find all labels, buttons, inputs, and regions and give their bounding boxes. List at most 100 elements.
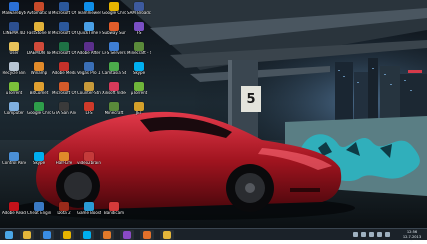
desktop-icon-label: Malwarebytes Anti-Malware	[2, 11, 26, 15]
desktop-icon[interactable]: JET	[127, 102, 151, 121]
desktop-icon[interactable]: TeamViewer 8	[77, 2, 101, 21]
desktop-icon[interactable]: Google Chrome	[102, 2, 126, 21]
clock-date: 12.7.2013 г.	[402, 234, 422, 244]
desktop-icon[interactable]: Xilisoft Video...	[102, 82, 126, 101]
show-hidden-icons-icon[interactable]	[353, 232, 358, 237]
winrar-icon	[123, 231, 131, 239]
desktop-icon-label: TeamViewer 8	[77, 11, 101, 15]
taskbar-button[interactable]	[120, 230, 134, 240]
desktop-icon[interactable]: User	[2, 42, 26, 61]
desktop-icon[interactable]: DAEMON Tools Pro	[27, 42, 51, 61]
desktop-icon[interactable]: Bandicam	[102, 202, 126, 221]
adobe-media-icon	[59, 62, 69, 71]
dota-icon	[59, 202, 69, 211]
minecraft-icon	[134, 42, 144, 51]
desktop-icon[interactable]: Winamp	[27, 62, 51, 81]
network-icon[interactable]	[361, 232, 366, 237]
desktop-icon[interactable]: Avtomatic Burning	[27, 2, 51, 21]
desktop-icon-label: Game Booster	[77, 211, 101, 215]
desktop-icon[interactable]: LFS Servers	[102, 42, 126, 61]
desktop-icon[interactable]: Adobe Reader XI	[2, 202, 26, 221]
taskbar-button[interactable]	[80, 230, 94, 240]
taskbar-button[interactable]	[100, 230, 114, 240]
desktop-icon-label: Vegas Pro 11.0	[77, 71, 101, 75]
language-icon[interactable]	[377, 232, 382, 237]
taskbar-button[interactable]	[20, 230, 34, 240]
desktop-icon[interactable]: Microsoft Office Wo...	[52, 2, 76, 21]
cinema4d-icon	[9, 22, 19, 31]
desktop-icon[interactable]: Vegas Pro 11.0	[77, 62, 101, 81]
desktop-icon[interactable]: Game Booster	[77, 202, 101, 221]
desktop-icon-label: Winamp	[30, 71, 48, 75]
desktop-icon[interactable]: Counter-Strike	[77, 82, 101, 101]
start-button[interactable]	[2, 230, 16, 240]
desktop-icon[interactable]: Microsoft Office Ex...	[52, 42, 76, 61]
desktop-icon[interactable]: Minecraft	[102, 102, 126, 121]
desktop-icon-label: Control Panel	[2, 161, 26, 165]
taskbar-button[interactable]	[60, 230, 74, 240]
after-effects-icon	[84, 42, 94, 51]
volume-icon[interactable]	[369, 232, 374, 237]
desktop-icon[interactable]: BitComet	[27, 82, 51, 101]
desktop-icon[interactable]: Control Panel	[2, 152, 26, 171]
desktop-icon-label: Adobe Media Pl...	[52, 71, 76, 75]
desktop-icon[interactable]: Google Chrome	[27, 102, 51, 121]
clock[interactable]: 12:56 12.7.2013 г.	[401, 230, 423, 244]
desktop-icon[interactable]: video2brain	[77, 152, 101, 171]
desktop-icon[interactable]: Camtasia Studio 8	[102, 62, 126, 81]
desktop-icon[interactable]: FastStone Image Viewer	[27, 22, 51, 41]
desktop-icon[interactable]: Cheat Engine	[27, 202, 51, 221]
desktop-icon[interactable]: Skype	[127, 62, 151, 81]
desktop-icon[interactable]: FS	[127, 22, 151, 41]
desktop-icon[interactable]: Subway Surfers	[102, 22, 126, 41]
chrome-icon	[109, 2, 119, 11]
folder-user-icon	[9, 42, 19, 51]
teamviewer-icon	[84, 2, 94, 11]
vegas-icon	[84, 62, 94, 71]
desktop-icon[interactable]: LFS	[77, 102, 101, 121]
desktop-icon-label: Microsoft Office Ex...	[52, 51, 76, 55]
desktop-icon[interactable]: Minecraft - Shortcut	[127, 42, 151, 61]
taskbar-button[interactable]	[40, 230, 54, 240]
desktop-icon[interactable]: Computer	[2, 102, 26, 121]
internet-explorer-icon	[43, 231, 51, 239]
desktop-icon[interactable]: Skype	[27, 152, 51, 171]
game-icon	[109, 22, 119, 31]
desktop-icon[interactable]: Microsoft Office Wo...	[52, 22, 76, 41]
desktop-icon[interactable]: CINEMA 4D	[2, 22, 26, 41]
taskbar-button[interactable]	[160, 230, 174, 240]
desktop-icon-label: video2brain	[77, 161, 101, 165]
office-icon	[59, 82, 69, 91]
windows-icon	[5, 231, 13, 239]
malwarebytes-icon	[9, 2, 19, 11]
desktop-icon-label: CINEMA 4D	[2, 31, 26, 35]
cheat-engine-icon	[34, 202, 44, 211]
recycle-bin-icon	[9, 62, 19, 71]
file-explorer-icon	[23, 231, 31, 239]
flag-icon[interactable]	[385, 232, 390, 237]
lfs-icon	[109, 42, 119, 51]
desktop-icon-label: FS	[136, 31, 142, 35]
desktop-icon[interactable]: Half-Life	[52, 152, 76, 171]
desktop-icon[interactable]: QuickTime Player	[77, 22, 101, 41]
desktop-icon[interactable]: uTorrent	[2, 82, 26, 101]
desktop-icon[interactable]: Malwarebytes Anti-Malware	[2, 2, 26, 21]
desktop-icon[interactable]: Microsoft Office...	[52, 82, 76, 101]
desktop-icon-label: Cheat Engine	[27, 211, 51, 215]
desktop-icon-label: Avtomatic Burning	[27, 11, 51, 15]
taskbar: 12:56 12.7.2013 г.	[0, 228, 427, 243]
desktop-icon[interactable]: Adobe Media Pl...	[52, 62, 76, 81]
desktop-icon[interactable]: Recycle Bin	[2, 62, 26, 81]
torrent-icon	[134, 82, 144, 91]
desktop-icon[interactable]: µTorrent	[127, 82, 151, 101]
desktop-icon-label: SAM Broadcaster	[127, 11, 151, 15]
desktop-icon[interactable]: GTA San Andreas	[52, 102, 76, 121]
desktop-icon-label: FastStone Image Viewer	[27, 31, 51, 35]
skype-icon	[34, 152, 44, 161]
desktop-icon-label: Adobe Reader XI	[2, 211, 26, 215]
desktop-icon[interactable]: Dota 2	[52, 202, 76, 221]
desktop-icon-label: µTorrent	[130, 91, 148, 95]
desktop-icon[interactable]: Adobe After Effects CS4	[77, 42, 101, 61]
taskbar-button[interactable]	[140, 230, 154, 240]
desktop-icon[interactable]: SAM Broadcaster	[127, 2, 151, 21]
